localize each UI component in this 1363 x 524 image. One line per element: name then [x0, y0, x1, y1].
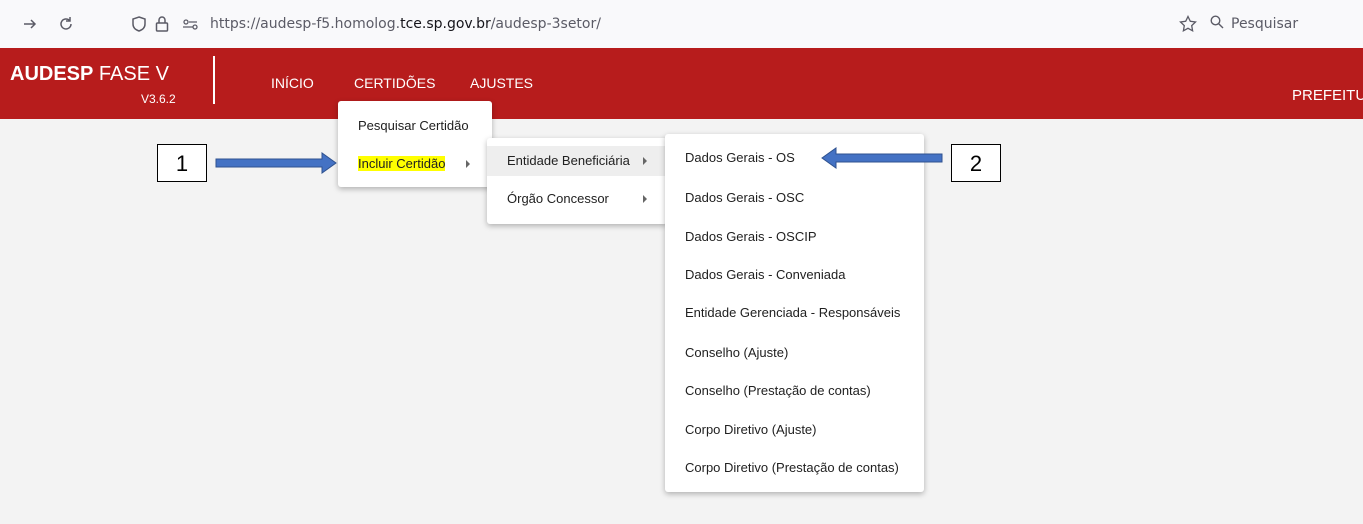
annotation-arrow-1	[215, 152, 337, 174]
annotation-arrow-2	[821, 147, 943, 169]
annotation-overlay	[215, 147, 943, 174]
